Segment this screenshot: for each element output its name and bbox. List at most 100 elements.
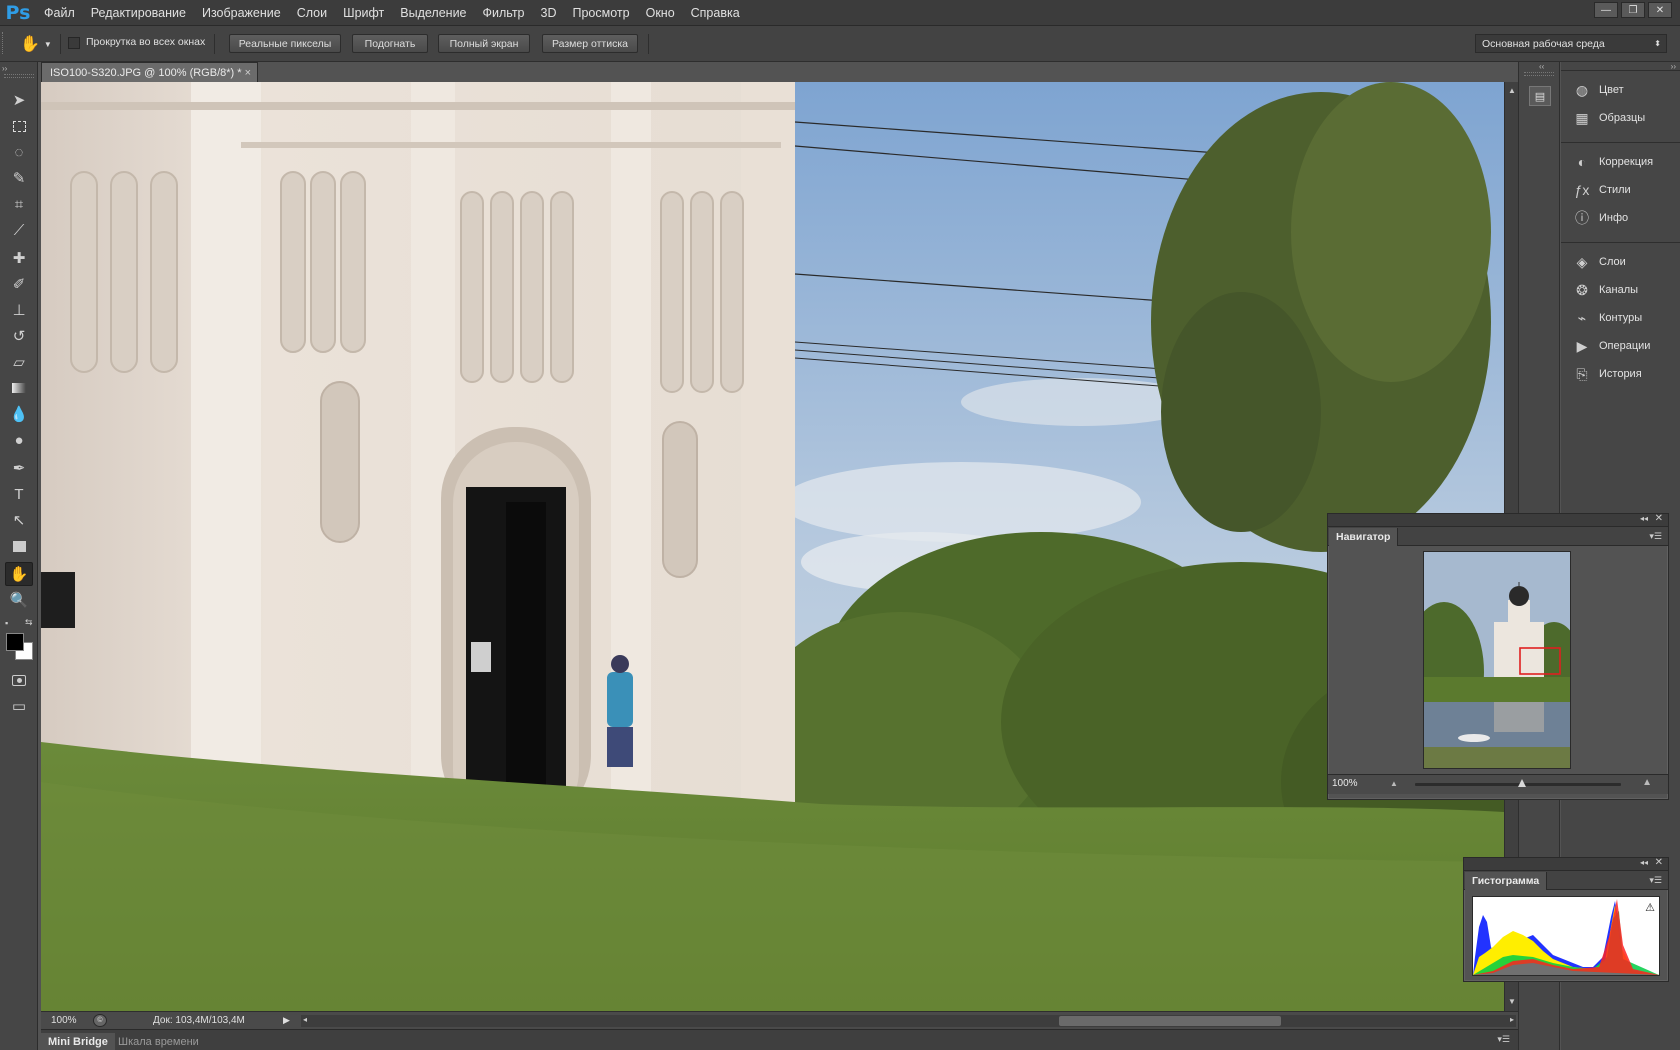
navigator-zoom-slider[interactable] [1415,779,1621,787]
blur-tool-icon[interactable]: 💧 [5,402,33,426]
dock-item-2-3[interactable]: ▶ Операции [1565,334,1677,358]
navigator-title-bar[interactable]: ◂◂ ✕ [1328,513,1668,527]
document-canvas[interactable] [41,82,1504,1011]
navigator-preview[interactable] [1423,551,1571,769]
document-tab[interactable]: ISO100-S320.JPG @ 100% (RGB/8*) * × [41,62,258,82]
horizontal-scroll-thumb[interactable] [1059,1016,1281,1026]
screen-mode-icon[interactable]: ▭ [5,694,33,718]
collapse-arrows-icon[interactable]: ◂◂ [1640,858,1648,867]
status-bar: 100% © Док: 103,4M/103,4M ▶ ◂ ▸ [41,1011,1518,1029]
pen-tool-icon[interactable]: ✒ [5,456,33,480]
menu-item-10[interactable]: Справка [683,0,748,26]
full-screen-button[interactable]: Полный экран [438,34,530,53]
strip-grip[interactable] [1524,72,1554,76]
dock-item-2-4[interactable]: ⎘ История [1565,362,1677,386]
tab-navigator[interactable]: Навигатор [1329,528,1399,546]
menu-item-3[interactable]: Слои [289,0,335,26]
scroll-up-icon[interactable]: ▲ [1508,86,1516,95]
tool-preset-picker[interactable]: ✋ ▼ [20,32,56,56]
dock-group-grip[interactable] [1561,142,1680,148]
scroll-right-icon[interactable]: ▸ [1510,1015,1514,1024]
zoom-in-icon[interactable]: ▲ [1642,777,1652,788]
healing-brush-tool-icon[interactable]: ✚ [5,246,33,270]
scroll-all-checkbox[interactable] [68,37,80,49]
close-icon[interactable]: ✕ [1655,513,1663,524]
dodge-tool-icon[interactable]: ● [5,428,33,452]
zoom-tool-icon[interactable]: 🔍 [5,588,33,612]
dock-item-1-1[interactable]: ƒx Стили [1565,178,1677,202]
dock-item-2-2[interactable]: ⌁ Контуры [1565,306,1677,330]
restore-button[interactable]: ❐ [1621,2,1645,18]
panel-menu-icon[interactable]: ▾☰ [1497,1034,1510,1045]
layers-icon: ◈ [1576,253,1588,270]
tab-histogram[interactable]: Гистограмма [1465,872,1548,890]
menu-item-2[interactable]: Изображение [194,0,289,26]
panel-menu-icon[interactable]: ▾☰ [1649,875,1662,886]
print-size-button[interactable]: Размер оттиска [542,34,638,53]
toolbar-grip[interactable] [4,74,34,78]
menu-item-7[interactable]: 3D [533,0,565,26]
default-colors-icon[interactable]: ▪ [5,618,8,628]
dock-item-2-1[interactable]: ❂ Каналы [1565,278,1677,302]
menu-item-4[interactable]: Шрифт [335,0,392,26]
swap-colors-icon[interactable]: ⇆ [25,617,33,628]
tab-mini-bridge[interactable]: Mini Bridge [41,1033,115,1050]
workspace-switcher[interactable]: Основная рабочая среда ⬍ [1475,34,1667,53]
status-menu-arrow-icon[interactable]: ▶ [283,1015,290,1026]
scroll-left-icon[interactable]: ◂ [303,1015,307,1024]
type-tool-icon[interactable]: T [5,482,33,506]
panel-menu-icon[interactable]: ▾☰ [1649,531,1662,542]
navigator-panel: ◂◂ ✕ Навигатор ▾☰ 100% ▲ ▲ [1327,513,1669,800]
menu-item-1[interactable]: Редактирование [83,0,194,26]
menu-item-9[interactable]: Окно [638,0,683,26]
eraser-tool-icon[interactable]: ▱ [5,350,33,374]
histogram-title-bar[interactable]: ◂◂ ✕ [1464,857,1668,871]
eyedropper-tool-icon[interactable]: ⟋ [5,218,33,242]
dock-group-grip[interactable] [1561,70,1680,76]
rectangle-tool-icon[interactable] [5,534,33,558]
hand-tool-icon[interactable]: ✋ [5,562,33,586]
status-zoom[interactable]: 100% [51,1015,77,1026]
dock-item-1-2[interactable]: ⓘ Инфо [1565,206,1677,230]
move-tool-icon[interactable]: ➤ [5,88,33,112]
clone-stamp-tool-icon[interactable]: ⊥ [5,298,33,322]
marquee-tool-icon[interactable] [5,114,33,138]
zoom-slider-thumb[interactable] [1518,779,1527,787]
dock-item-2-0[interactable]: ◈ Слои [1565,250,1677,274]
navigator-zoom[interactable]: 100% [1332,778,1358,789]
dock-item-0-0[interactable]: ◍ Цвет [1565,78,1677,102]
options-bar-grip[interactable] [2,32,8,54]
actual-pixels-button[interactable]: Реальные пикселы [229,34,341,53]
menu-item-8[interactable]: Просмотр [565,0,638,26]
warning-icon[interactable]: ⚠ [1645,901,1655,914]
close-icon[interactable]: × [245,67,251,79]
gradient-tool-icon[interactable] [5,376,33,400]
history-brush-tool-icon[interactable]: ↺ [5,324,33,348]
menu-item-5[interactable]: Выделение [392,0,474,26]
foreground-color-swatch[interactable] [6,633,24,651]
path-selection-tool-icon[interactable]: ↖ [5,508,33,532]
expand-arrows-icon[interactable]: ‹‹ [1539,62,1544,71]
dock-item-0-1[interactable]: ▦ Образцы [1565,106,1677,130]
menu-item-6[interactable]: Фильтр [475,0,533,26]
collapse-arrows-icon[interactable]: ◂◂ [1640,514,1648,523]
tab-timeline[interactable]: Шкала времени [111,1033,206,1050]
horizontal-scrollbar[interactable]: ◂ ▸ [301,1015,1516,1027]
collapse-arrows-icon[interactable]: ›› [2,64,36,73]
minimize-button[interactable]: — [1594,2,1618,18]
status-info-icon[interactable]: © [93,1014,107,1027]
lasso-tool-icon[interactable]: ◌ [5,140,33,164]
quick-select-tool-icon[interactable]: ✎ [5,166,33,190]
crop-tool-icon[interactable]: ⌗ [5,192,33,216]
menu-item-0[interactable]: Файл [36,0,83,26]
quick-mask-icon[interactable] [5,668,33,692]
close-icon[interactable]: ✕ [1655,857,1663,868]
dock-group-grip[interactable] [1561,242,1680,248]
zoom-out-icon[interactable]: ▲ [1390,779,1398,788]
close-button[interactable]: ✕ [1648,2,1672,18]
brush-tool-icon[interactable]: ✐ [5,272,33,296]
properties-panel-icon[interactable]: ▤ [1529,86,1551,106]
scroll-down-icon[interactable]: ▼ [1508,997,1516,1006]
fit-screen-button[interactable]: Подогнать [352,34,428,53]
dock-item-1-0[interactable]: ◐ Коррекция [1565,150,1677,174]
